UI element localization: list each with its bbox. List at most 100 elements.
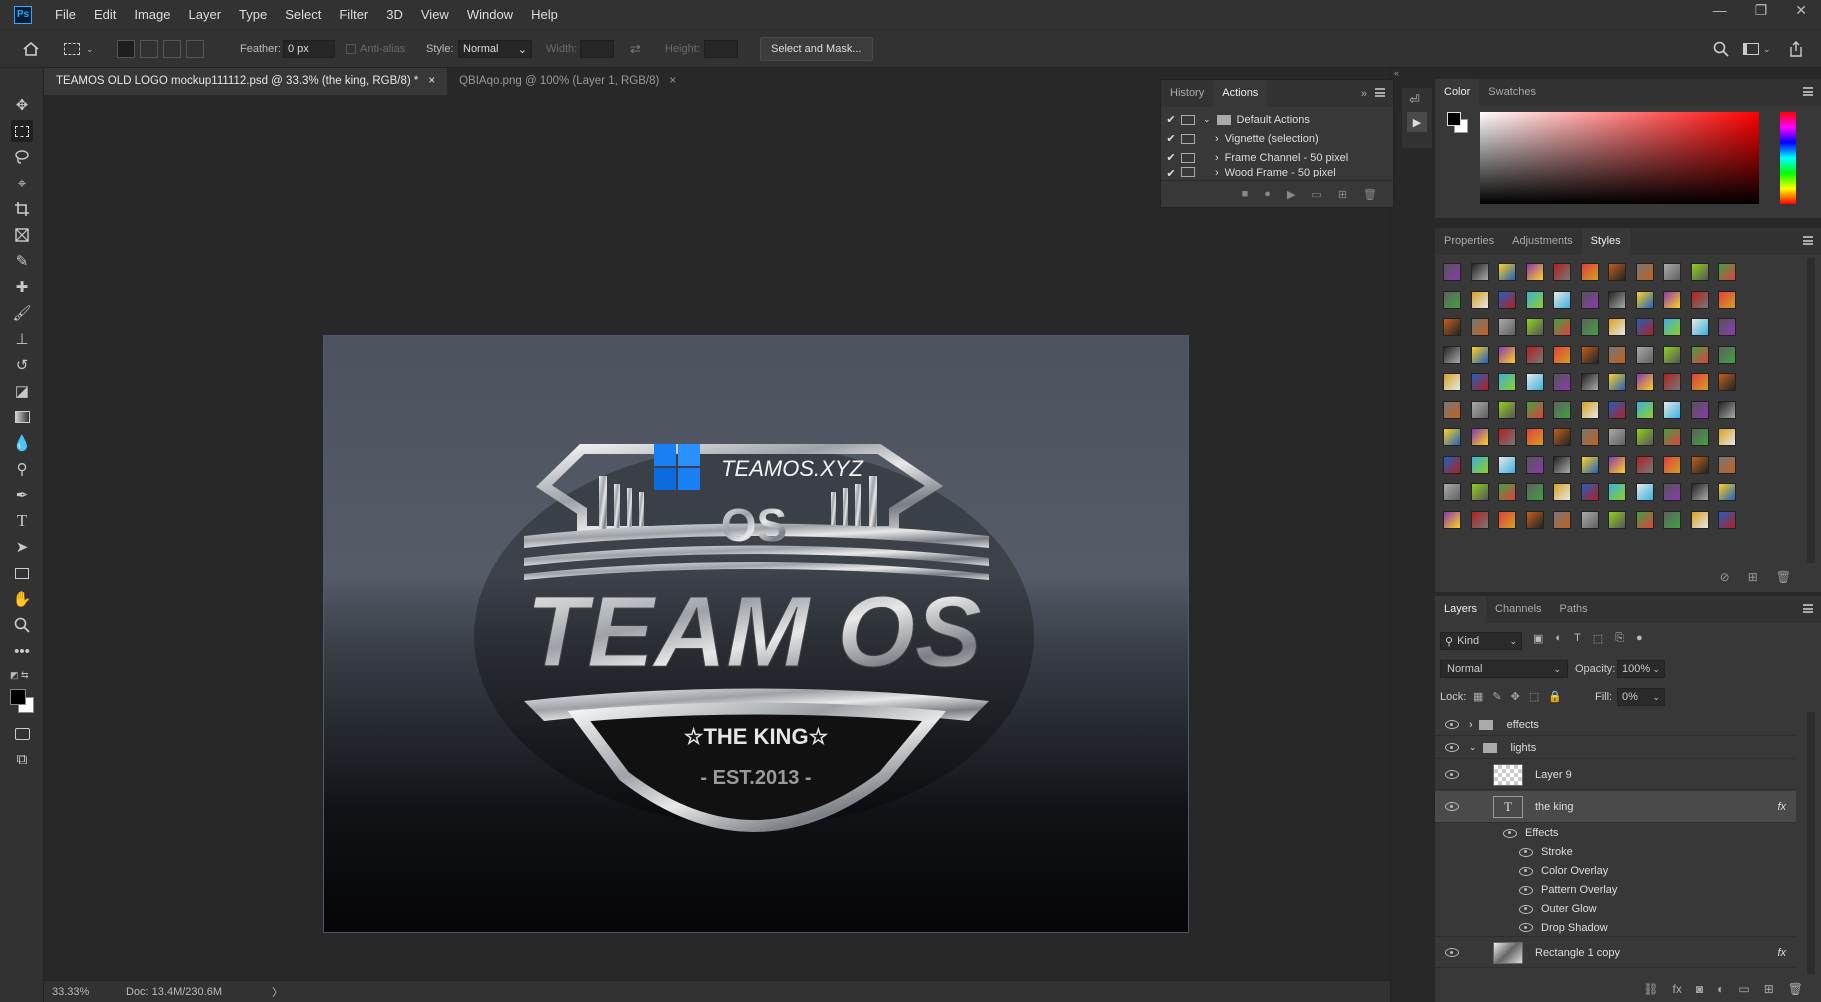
style-preset[interactable] [1470, 345, 1489, 364]
swap-colors-icon[interactable]: ◩ ⇆ [10, 670, 34, 680]
menu-help[interactable]: Help [522, 0, 567, 29]
style-preset[interactable] [1608, 373, 1626, 391]
tab-swatches[interactable]: Swatches [1479, 79, 1545, 106]
blend-mode-select[interactable]: Normal ⌄ [1440, 660, 1568, 678]
layers-scrollbar[interactable] [1807, 712, 1815, 974]
tab-channels[interactable]: Channels [1486, 596, 1550, 623]
workspace-icon[interactable]: ⌄ [1743, 30, 1771, 68]
style-preset[interactable] [1608, 510, 1626, 529]
style-preset[interactable] [1690, 400, 1709, 419]
antialias-checkbox[interactable]: Anti-alias [346, 30, 405, 68]
effect-pattern-overlay[interactable]: Pattern Overlay [1435, 881, 1796, 899]
minimize-button[interactable]: — [1713, 0, 1727, 20]
quick-mask-icon[interactable] [11, 723, 33, 745]
status-arrow-icon[interactable]: 〉 [272, 984, 283, 1000]
style-preset[interactable] [1525, 510, 1544, 529]
style-preset[interactable] [1470, 400, 1489, 419]
layer-row[interactable]: Layer 9 [1435, 760, 1796, 790]
stamp-tool-icon[interactable]: ⊥ [11, 328, 33, 350]
style-preset[interactable] [1690, 483, 1709, 501]
style-preset[interactable] [1718, 345, 1736, 364]
visibility-eye-icon[interactable] [1519, 923, 1533, 932]
effects-row[interactable]: Effects [1435, 824, 1796, 842]
trash-icon[interactable]: 🗑 [1788, 982, 1803, 996]
style-preset[interactable] [1470, 483, 1489, 501]
layer-row-selected[interactable]: Tthe king fx [1435, 791, 1796, 823]
style-preset[interactable] [1470, 263, 1489, 281]
stop-icon[interactable]: ■ [1242, 188, 1249, 200]
style-preset[interactable] [1690, 510, 1709, 529]
style-select[interactable]: Normal ⌄ [458, 40, 532, 58]
effect-drop-shadow[interactable]: Drop Shadow [1435, 919, 1796, 937]
new-group-icon[interactable]: ▭ [1738, 982, 1749, 996]
style-preset[interactable] [1718, 373, 1736, 391]
panel-menu-icon[interactable] [1803, 87, 1813, 96]
style-preset[interactable] [1525, 428, 1544, 446]
tab-qbiaqo-png[interactable]: QBIAqo.png @ 100% (Layer 1, RGB/8) × [447, 68, 688, 95]
style-preset[interactable] [1635, 510, 1654, 529]
play-icon[interactable]: ▶ [1287, 188, 1295, 201]
style-preset[interactable] [1498, 428, 1516, 446]
action-row[interactable]: ✔ › Wood Frame - 50 pixel [1161, 167, 1381, 177]
panel-menu-icon[interactable] [1803, 604, 1813, 613]
style-preset[interactable] [1498, 345, 1516, 364]
style-preset[interactable] [1608, 345, 1626, 364]
style-preset[interactable] [1690, 318, 1709, 336]
style-preset[interactable] [1690, 345, 1709, 364]
adjustment-filter-icon[interactable]: ◐ [1555, 632, 1562, 645]
style-preset[interactable] [1553, 318, 1571, 336]
style-preset[interactable] [1635, 428, 1654, 446]
clear-style-icon[interactable]: ⊘ [1720, 570, 1730, 584]
menu-edit[interactable]: Edit [85, 0, 125, 29]
add-style-icon[interactable]: fx [1673, 982, 1682, 996]
style-preset[interactable] [1498, 318, 1516, 336]
feather-input[interactable]: 0 px [283, 40, 335, 58]
new-style-icon[interactable]: ⊞ [1748, 570, 1758, 584]
tab-styles[interactable]: Styles [1581, 228, 1630, 255]
menu-window[interactable]: Window [458, 0, 522, 29]
home-icon[interactable] [22, 30, 40, 68]
style-preset[interactable] [1580, 290, 1599, 309]
panel-menu-icon[interactable] [1803, 236, 1813, 245]
style-preset[interactable] [1635, 400, 1654, 419]
style-preset[interactable] [1690, 428, 1709, 446]
style-preset[interactable] [1608, 318, 1626, 336]
more-tools-icon[interactable]: ••• [11, 640, 33, 662]
style-preset[interactable] [1553, 483, 1571, 501]
foreground-color-swatch[interactable] [10, 689, 26, 705]
path-selection-icon[interactable]: ➤ [11, 536, 33, 558]
layer-kind-filter[interactable]: ⚲ Kind ⌄ [1440, 632, 1522, 650]
style-preset[interactable] [1635, 263, 1654, 281]
style-preset[interactable] [1608, 428, 1626, 446]
action-row[interactable]: ✔ ⌄ Default Actions [1161, 110, 1381, 129]
new-layer-icon[interactable]: ⊞ [1764, 982, 1774, 996]
style-preset[interactable] [1635, 345, 1654, 364]
crop-tool-icon[interactable] [11, 198, 33, 220]
document-canvas[interactable]: TEAMOS.XYZ OS TEAM OS ☆THE KING☆ - EST.2… [323, 335, 1189, 933]
style-preset[interactable] [1718, 318, 1736, 336]
new-action-icon[interactable]: ⊞ [1338, 188, 1347, 201]
style-preset[interactable] [1580, 318, 1599, 336]
style-preset[interactable] [1525, 290, 1544, 309]
style-preset[interactable] [1525, 455, 1544, 474]
brush-tool-icon[interactable]: 🖌 [11, 302, 33, 324]
style-preset[interactable] [1498, 483, 1516, 501]
tab-adjustments[interactable]: Adjustments [1503, 228, 1582, 255]
style-preset[interactable] [1663, 373, 1681, 391]
style-preset[interactable] [1553, 290, 1571, 309]
lock-position-icon[interactable]: ✥ [1511, 690, 1520, 703]
tab-history[interactable]: History [1161, 80, 1213, 107]
style-preset[interactable] [1498, 455, 1516, 474]
new-set-icon[interactable]: ▭ [1311, 188, 1321, 201]
gradient-tool-icon[interactable] [11, 406, 33, 428]
style-preset[interactable] [1498, 510, 1516, 529]
style-preset[interactable] [1718, 428, 1736, 446]
tab-properties[interactable]: Properties [1435, 228, 1503, 255]
layer-group-effects[interactable]: › effects [1435, 714, 1796, 736]
width-input[interactable] [580, 40, 614, 58]
swap-icon[interactable]: ⇄ [630, 30, 641, 68]
style-preset[interactable] [1525, 400, 1544, 419]
style-preset[interactable] [1443, 345, 1461, 364]
style-preset[interactable] [1580, 428, 1599, 446]
new-selection-icon[interactable] [117, 40, 135, 58]
